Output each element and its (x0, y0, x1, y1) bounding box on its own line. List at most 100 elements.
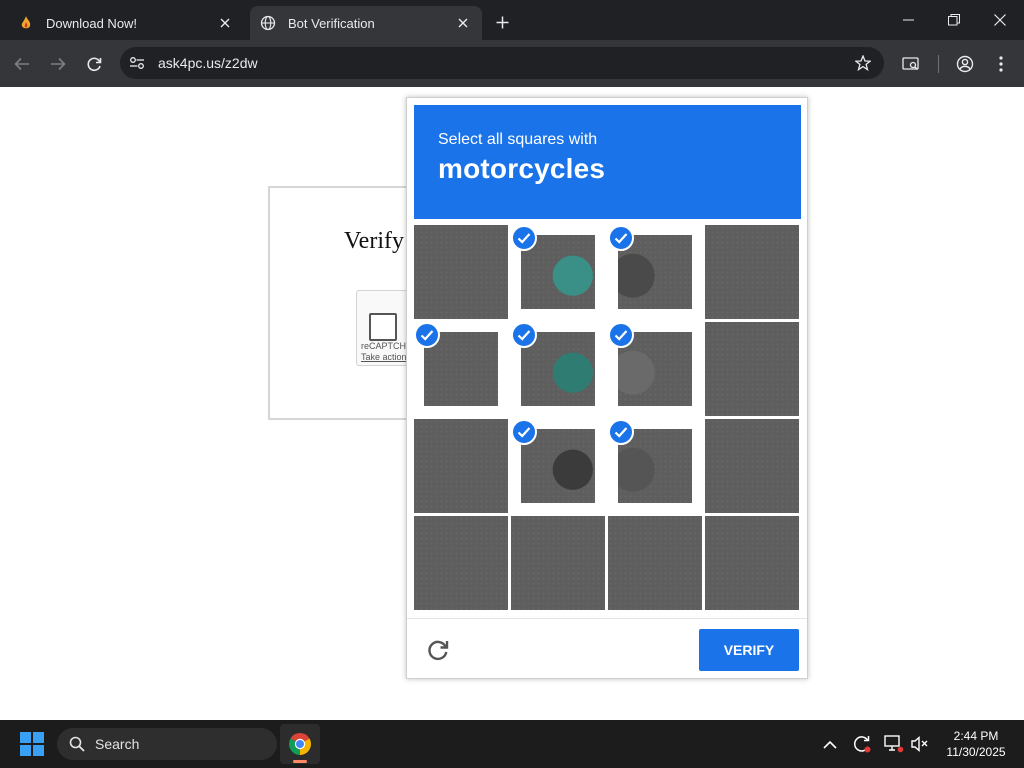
sync-status-button[interactable] (850, 732, 874, 756)
taskbar-chrome-app[interactable] (280, 724, 320, 764)
search-icon (67, 734, 87, 754)
recaptcha-brand-label: reCAPTCHA (361, 341, 413, 351)
tile-image (608, 516, 702, 610)
back-button[interactable] (9, 51, 35, 77)
search-tabs-icon (902, 57, 919, 70)
address-bar[interactable]: ask4pc.us/z2dw (120, 47, 884, 79)
captcha-tile[interactable] (511, 225, 605, 319)
tab-title: Bot Verification (288, 15, 375, 31)
challenge-instruction: Select all squares with (438, 131, 598, 148)
new-tab-button[interactable] (490, 10, 514, 34)
captcha-tile[interactable] (705, 419, 799, 513)
tile-image (705, 322, 799, 416)
reload-page-button[interactable] (81, 51, 107, 77)
tile-image (414, 516, 508, 610)
system-clock[interactable]: 2:44 PM 11/30/2025 (938, 728, 1014, 760)
clock-time: 2:44 PM (953, 729, 999, 743)
forward-button[interactable] (45, 51, 71, 77)
tile-image (705, 225, 799, 319)
captcha-tile[interactable] (705, 516, 799, 610)
restore-button[interactable] (936, 6, 972, 34)
running-indicator (293, 760, 307, 763)
bookmark-star-icon[interactable] (850, 50, 876, 76)
close-icon[interactable] (454, 14, 472, 32)
chevron-up-icon (823, 740, 837, 749)
page-title: Verify (344, 228, 404, 254)
reload-icon (86, 57, 101, 71)
captcha-tile[interactable] (608, 516, 702, 610)
search-placeholder: Search (95, 736, 140, 752)
globe-icon (260, 15, 276, 31)
tile-image (414, 225, 508, 319)
captcha-tile[interactable] (511, 419, 605, 513)
take-action-link[interactable]: Take action (361, 352, 407, 362)
taskbar-search-box[interactable]: Search (57, 728, 277, 760)
browser-tab-strip: Download Now! Bot Verification (0, 0, 1024, 40)
verify-button[interactable]: VERIFY (699, 629, 799, 671)
search-tabs-button[interactable] (898, 51, 924, 77)
tile-image (511, 516, 605, 610)
tab-title: Download Now! (46, 15, 138, 31)
minimize-icon (902, 19, 914, 21)
captcha-tile[interactable] (414, 516, 508, 610)
captcha-challenge-dialog: Select all squares with motorcycles VERI… (406, 97, 808, 679)
tile-image (705, 516, 799, 610)
captcha-tile[interactable] (414, 225, 508, 319)
captcha-tile[interactable] (511, 516, 605, 610)
recaptcha-checkbox[interactable] (369, 313, 397, 341)
plus-icon (496, 16, 508, 28)
reload-icon (428, 640, 449, 661)
close-window-button[interactable] (982, 6, 1018, 34)
captcha-tile[interactable] (608, 225, 702, 319)
arrow-right-icon (51, 57, 66, 71)
image-grid (414, 225, 801, 612)
site-info-icon[interactable] (124, 50, 150, 76)
reload-challenge-button[interactable] (425, 637, 451, 663)
checkmark-icon (608, 225, 634, 251)
volume-button[interactable] (908, 732, 932, 756)
flame-favicon-icon (18, 15, 34, 31)
sync-alert-icon (853, 736, 871, 753)
checkmark-icon (608, 419, 634, 445)
tile-image (705, 419, 799, 513)
chrome-icon (289, 733, 311, 755)
captcha-tile[interactable] (414, 419, 508, 513)
start-button[interactable] (20, 732, 44, 756)
checkmark-icon (511, 322, 537, 348)
challenge-header: Select all squares with motorcycles (414, 105, 801, 219)
checkmark-icon (511, 225, 537, 251)
checkmark-icon (608, 322, 634, 348)
network-monitor-icon (884, 735, 904, 753)
close-icon[interactable] (216, 14, 234, 32)
account-icon (956, 55, 974, 73)
network-button[interactable] (882, 732, 906, 756)
arrow-left-icon (14, 57, 29, 71)
browser-toolbar: ask4pc.us/z2dw (0, 40, 1024, 87)
clock-date: 11/30/2025 (946, 745, 1006, 759)
captcha-tile[interactable] (705, 322, 799, 416)
restore-icon (948, 14, 960, 26)
show-hidden-icons-button[interactable] (818, 732, 842, 756)
captcha-tile[interactable] (511, 322, 605, 416)
toolbar-divider (938, 55, 939, 73)
close-icon (994, 14, 1006, 26)
tile-image (414, 419, 508, 513)
windows-logo-icon (20, 732, 44, 756)
captcha-tile[interactable] (608, 419, 702, 513)
checkmark-icon (511, 419, 537, 445)
captcha-tile[interactable] (608, 322, 702, 416)
kebab-menu-icon (999, 56, 1003, 72)
challenge-target: motorcycles (438, 153, 606, 184)
url-text[interactable]: ask4pc.us/z2dw (158, 55, 850, 71)
captcha-tile[interactable] (705, 225, 799, 319)
minimize-button[interactable] (890, 6, 926, 34)
browser-menu-button[interactable] (988, 51, 1014, 77)
tab-bot-verification[interactable]: Bot Verification (250, 6, 482, 40)
profile-button[interactable] (952, 51, 978, 77)
speaker-muted-icon (911, 735, 928, 753)
challenge-footer: VERIFY (407, 618, 807, 678)
tab-download-now[interactable]: Download Now! (8, 6, 244, 40)
captcha-tile[interactable] (414, 322, 508, 416)
checkmark-icon (414, 322, 440, 348)
taskbar: Search 2:44 PM 11/30/2025 (0, 720, 1024, 768)
